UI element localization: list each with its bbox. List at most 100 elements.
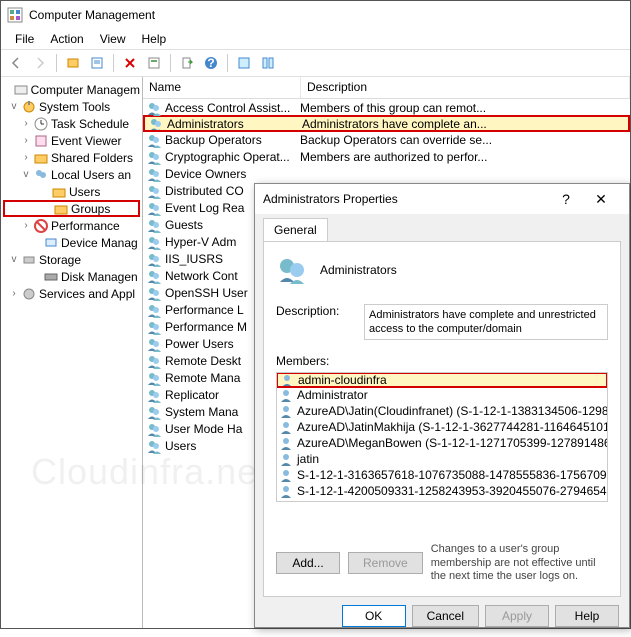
cancel-button[interactable]: Cancel	[412, 605, 479, 627]
desc-input[interactable]: Administrators have complete and unrestr…	[364, 304, 608, 340]
members-list[interactable]: admin-cloudinfraAdministratorAzureAD\Jat…	[276, 372, 608, 502]
tree-performance[interactable]: ›Performance	[3, 217, 140, 234]
tree-task-scheduler[interactable]: ›Task Schedule	[3, 115, 140, 132]
list-row[interactable]: Device Owners	[143, 165, 630, 182]
dialog-title: Administrators Properties	[263, 192, 551, 206]
user-icon	[279, 452, 293, 466]
view1-button[interactable]	[233, 52, 255, 74]
group-icon	[146, 149, 162, 165]
view2-button[interactable]	[257, 52, 279, 74]
tree-event-viewer[interactable]: ›Event Viewer	[3, 132, 140, 149]
toolbar: ?	[1, 49, 630, 77]
dialog-tabs: General	[263, 218, 621, 241]
member-item[interactable]: AzureAD\JatinMakhija (S-1-12-1-362774428…	[277, 419, 607, 435]
user-icon	[279, 404, 293, 418]
group-icon	[146, 166, 162, 182]
delete-button[interactable]	[119, 52, 141, 74]
member-item[interactable]: S-1-12-1-3163657618-1076735088-147855583…	[277, 467, 607, 483]
tree-disk-management[interactable]: Disk Managen	[3, 268, 140, 285]
tree-storage[interactable]: vStorage	[3, 251, 140, 268]
member-item[interactable]: S-1-12-1-4200509331-1258243953-392045507…	[277, 483, 607, 499]
list-row[interactable]: Cryptographic Operat...Members are autho…	[143, 148, 630, 165]
group-icon	[146, 302, 162, 318]
user-icon	[279, 420, 293, 434]
list-row[interactable]: Access Control Assist...Members of this …	[143, 99, 630, 116]
group-icon	[146, 251, 162, 267]
back-button[interactable]	[5, 52, 27, 74]
window-title: Computer Management	[29, 8, 155, 22]
group-icon	[276, 254, 308, 286]
group-icon	[146, 285, 162, 301]
app-icon	[7, 7, 23, 23]
action-button[interactable]	[143, 52, 165, 74]
group-icon	[146, 404, 162, 420]
user-icon	[279, 468, 293, 482]
group-icon	[146, 234, 162, 250]
group-icon	[146, 438, 162, 454]
tab-content: Administrators Description: Administrato…	[263, 241, 621, 597]
desc-label: Description:	[276, 304, 354, 318]
tree-services[interactable]: ›Services and Appl	[3, 285, 140, 302]
member-item[interactable]: jatin	[277, 451, 607, 467]
dialog-titlebar: Administrators Properties ? ✕	[255, 184, 629, 214]
group-icon	[146, 132, 162, 148]
list-row[interactable]: AdministratorsAdministrators have comple…	[143, 115, 630, 132]
group-icon	[146, 217, 162, 233]
list-row[interactable]: Backup OperatorsBackup Operators can ove…	[143, 131, 630, 148]
user-icon	[279, 484, 293, 498]
members-label: Members:	[276, 354, 608, 368]
add-button[interactable]: Add...	[276, 552, 340, 574]
member-item[interactable]: AzureAD\Jatin(Cloudinfranet) (S-1-12-1-1…	[277, 403, 607, 419]
dialog-help-button[interactable]: Help	[555, 605, 619, 627]
menubar: File Action View Help	[1, 29, 630, 49]
tree-users[interactable]: Users	[3, 183, 140, 200]
tree-groups[interactable]: Groups	[3, 200, 140, 217]
user-icon	[279, 436, 293, 450]
ok-button[interactable]: OK	[342, 605, 406, 627]
group-icon	[146, 200, 162, 216]
membership-note: Changes to a user's group membership are…	[431, 543, 611, 584]
tree-local-users[interactable]: vLocal Users an	[3, 166, 140, 183]
apply-button[interactable]: Apply	[485, 605, 549, 627]
group-icon	[146, 183, 162, 199]
menu-help[interactable]: Help	[136, 30, 173, 48]
menu-view[interactable]: View	[94, 30, 132, 48]
svg-text:?: ?	[207, 56, 214, 70]
group-icon	[146, 319, 162, 335]
new-button[interactable]	[62, 52, 84, 74]
group-icon	[146, 370, 162, 386]
menu-action[interactable]: Action	[44, 30, 89, 48]
col-desc[interactable]: Description	[301, 77, 630, 98]
member-item[interactable]: AzureAD\MeganBowen (S-1-12-1-1271705399-…	[277, 435, 607, 451]
list-header: Name Description	[143, 77, 630, 99]
tree-device-manager[interactable]: Device Manag	[3, 234, 140, 251]
properties-button[interactable]	[86, 52, 108, 74]
export-button[interactable]	[176, 52, 198, 74]
tree-system-tools[interactable]: vSystem Tools	[3, 98, 140, 115]
member-item[interactable]: Administrator	[277, 387, 607, 403]
properties-dialog: Administrators Properties ? ✕ General Ad…	[254, 183, 630, 628]
group-icon	[146, 100, 162, 116]
window-titlebar: Computer Management	[1, 1, 630, 29]
member-item[interactable]: admin-cloudinfra	[276, 372, 608, 388]
user-icon	[280, 373, 294, 387]
nav-tree: Computer Managem vSystem Tools ›Task Sch…	[1, 77, 143, 628]
group-icon	[146, 353, 162, 369]
tree-shared-folders[interactable]: ›Shared Folders	[3, 149, 140, 166]
tree-root[interactable]: Computer Managem	[3, 81, 140, 98]
group-icon	[146, 387, 162, 403]
dialog-close-icon[interactable]: ✕	[581, 191, 621, 208]
group-icon	[146, 336, 162, 352]
group-icon	[146, 268, 162, 284]
tab-general[interactable]: General	[263, 218, 328, 241]
help-button[interactable]: ?	[200, 52, 222, 74]
forward-button[interactable]	[29, 52, 51, 74]
group-icon	[148, 116, 164, 132]
col-name[interactable]: Name	[143, 77, 301, 98]
group-icon	[146, 421, 162, 437]
menu-file[interactable]: File	[9, 30, 40, 48]
remove-button[interactable]: Remove	[348, 552, 423, 574]
user-icon	[279, 388, 293, 402]
group-name: Administrators	[320, 263, 397, 277]
dialog-help-icon[interactable]: ?	[551, 191, 581, 207]
